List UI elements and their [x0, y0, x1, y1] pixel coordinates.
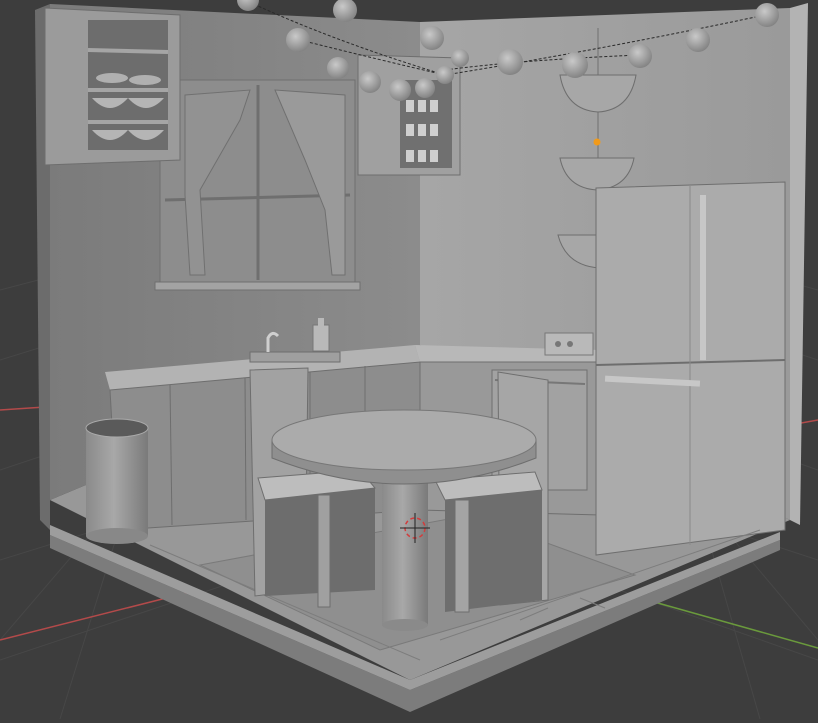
trash-can: [85, 418, 149, 544]
refrigerator: [595, 181, 786, 556]
object-origin-icon: [593, 138, 601, 146]
3d-viewport[interactable]: [0, 0, 818, 720]
window-sill: [154, 281, 361, 291]
y-axis-line: [639, 597, 818, 649]
soap-bottle: [312, 324, 330, 352]
left-shelf: [44, 7, 181, 166]
window: [154, 79, 361, 291]
x-axis-line-bottom: [0, 591, 191, 641]
